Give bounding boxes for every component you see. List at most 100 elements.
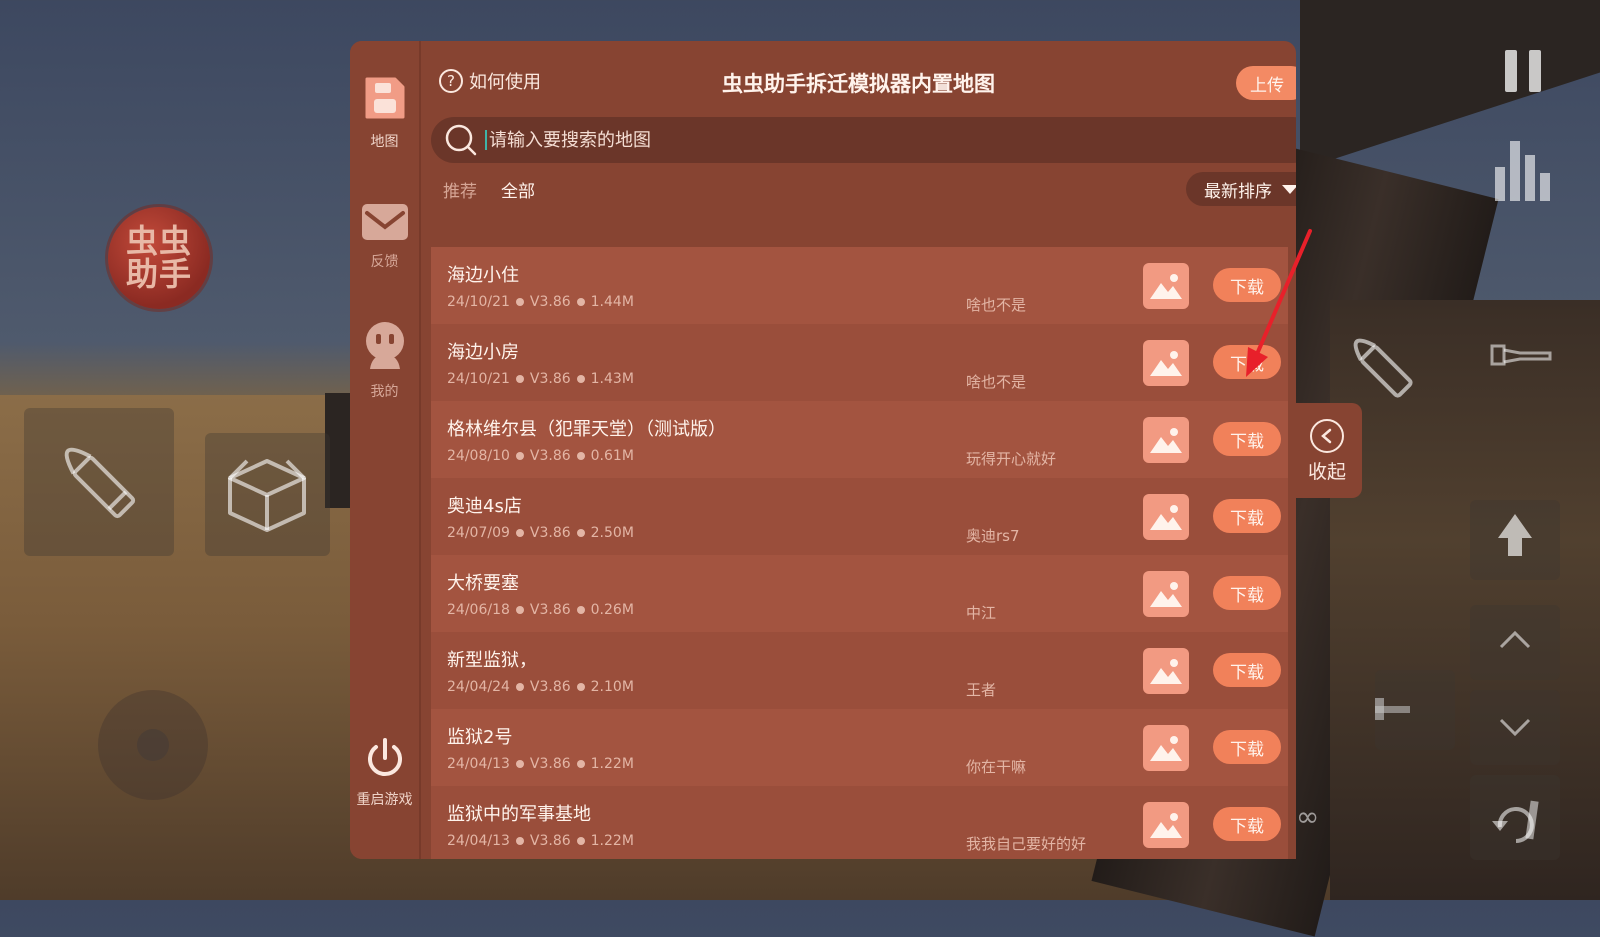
- map-name: 海边小住: [447, 265, 519, 286]
- chongchong-logo[interactable]: 虫虫助手: [108, 207, 210, 309]
- download-button[interactable]: 下载: [1213, 807, 1281, 841]
- map-size: 1.43M: [590, 371, 634, 387]
- map-date: 24/08/10: [447, 448, 510, 464]
- map-row[interactable]: 监狱2号 24/04/13 V3.86 1.22M 你在干嘛 下载: [431, 709, 1288, 786]
- map-author: 奥迪rs7: [966, 527, 1020, 545]
- image-preview-icon[interactable]: [1143, 725, 1189, 771]
- download-button[interactable]: 下载: [1213, 730, 1281, 764]
- joystick-knob[interactable]: [137, 729, 169, 761]
- map-date: 24/04/24: [447, 679, 510, 695]
- search-bar[interactable]: [431, 117, 1296, 163]
- download-button[interactable]: 下载: [1213, 499, 1281, 533]
- ammo-bullet-icon[interactable]: [1335, 320, 1425, 414]
- image-preview-icon[interactable]: [1143, 417, 1189, 463]
- bullet-icon: [64, 447, 136, 519]
- chevron-up-icon: [1499, 630, 1531, 649]
- map-size: 0.61M: [590, 448, 634, 464]
- map-row[interactable]: 大桥要塞 24/06/18 V3.86 0.26M 中江 下载: [431, 555, 1288, 632]
- map-size: 0.26M: [590, 602, 634, 618]
- pause-icon[interactable]: [1505, 50, 1541, 96]
- jump-button[interactable]: [1470, 500, 1560, 580]
- separator-dot: [576, 452, 585, 460]
- download-button[interactable]: 下载: [1213, 422, 1281, 456]
- separator-dot: [576, 837, 585, 845]
- map-row[interactable]: 新型监狱， 24/04/24 V3.86 2.10M 王者 下载: [431, 632, 1288, 709]
- separator-dot: [515, 760, 524, 768]
- hammer-slot[interactable]: [1295, 670, 1455, 750]
- map-name: 监狱2号: [447, 727, 513, 748]
- map-row[interactable]: 奥迪4s店 24/07/09 V3.86 2.50M 奥迪rs7 下载: [431, 478, 1288, 555]
- map-meta: 24/07/09 V3.86 2.50M: [447, 525, 634, 541]
- search-input[interactable]: [489, 129, 1189, 151]
- map-row[interactable]: 格林维尔县（犯罪天堂）（测试版） 24/08/10 V3.86 0.61M 玩得…: [431, 401, 1288, 478]
- map-version: V3.86: [529, 679, 571, 695]
- sidebar-item-me[interactable]: 我的: [350, 321, 419, 401]
- separator-dot: [515, 606, 524, 614]
- sidebar: 地图 反馈 我的 重启游戏: [350, 41, 421, 859]
- map-meta: 24/04/24 V3.86 2.10M: [447, 679, 634, 695]
- separator-dot: [515, 375, 524, 383]
- separator-dot: [576, 529, 585, 537]
- map-size: 1.22M: [590, 833, 634, 849]
- collapse-button[interactable]: 收起: [1292, 403, 1362, 498]
- flashlight-icon[interactable]: [1490, 340, 1554, 374]
- weapon-slot-bullet[interactable]: [24, 408, 174, 556]
- map-meta: 24/10/21 V3.86 1.44M: [447, 294, 634, 310]
- tab-all[interactable]: 全部: [501, 177, 535, 202]
- search-icon: [445, 124, 477, 156]
- download-button[interactable]: 下载: [1213, 653, 1281, 687]
- separator-dot: [576, 683, 585, 691]
- map-date: 24/04/13: [447, 833, 510, 849]
- upload-button[interactable]: 上传: [1236, 66, 1296, 100]
- image-preview-icon[interactable]: [1143, 263, 1189, 309]
- sidebar-item-feedback[interactable]: 反馈: [350, 203, 419, 271]
- sidebar-item-map[interactable]: 地图: [350, 75, 419, 151]
- arrow-up-icon: [1498, 514, 1532, 556]
- map-row[interactable]: 海边小房 24/10/21 V3.86 1.43M 啥也不是 下载: [431, 324, 1288, 401]
- sort-dropdown[interactable]: 最新排序: [1186, 172, 1296, 206]
- image-preview-icon[interactable]: [1143, 802, 1189, 848]
- map-name: 奥迪4s店: [447, 496, 522, 517]
- separator-dot: [576, 298, 585, 306]
- map-name: 大桥要塞: [447, 573, 519, 594]
- download-button[interactable]: 下载: [1213, 576, 1281, 610]
- rotate-icon: [1492, 800, 1539, 843]
- map-row[interactable]: 海边小住 24/10/21 V3.86 1.44M 啥也不是 下载: [431, 247, 1288, 324]
- image-preview-icon[interactable]: [1143, 340, 1189, 386]
- map-version: V3.86: [529, 602, 571, 618]
- map-date: 24/10/21: [447, 371, 510, 387]
- rotate-button[interactable]: [1470, 775, 1560, 860]
- map-row[interactable]: 监狱中的军事基地 24/04/13 V3.86 1.22M 我我自己要好的好 下…: [431, 786, 1288, 859]
- map-author: 你在干嘛: [966, 758, 1027, 776]
- image-preview-icon[interactable]: [1143, 494, 1189, 540]
- image-preview-icon[interactable]: [1143, 571, 1189, 617]
- map-list: 海边小住 24/10/21 V3.86 1.44M 啥也不是 下载 海边小房 2…: [431, 247, 1288, 859]
- power-icon: [367, 738, 402, 776]
- map-version: V3.86: [529, 525, 571, 541]
- separator-dot: [515, 837, 524, 845]
- map-size: 1.44M: [590, 294, 634, 310]
- separator-dot: [576, 375, 585, 383]
- game-beam: [1300, 0, 1600, 170]
- map-name: 格林维尔县（犯罪天堂）（测试版）: [447, 419, 726, 440]
- chevron-left-icon: [1310, 419, 1344, 453]
- image-preview-icon[interactable]: [1143, 648, 1189, 694]
- sidebar-item-label: 重启游戏: [356, 792, 413, 808]
- map-name: 新型监狱，: [447, 650, 537, 671]
- separator-dot: [515, 298, 524, 306]
- stats-icon[interactable]: [1495, 135, 1551, 205]
- map-author: 我我自己要好的好: [966, 835, 1087, 853]
- map-date: 24/07/09: [447, 525, 510, 541]
- joystick[interactable]: [98, 690, 208, 800]
- down-button[interactable]: [1470, 690, 1560, 765]
- map-meta: 24/06/18 V3.86 0.26M: [447, 602, 634, 618]
- sidebar-item-restart[interactable]: 重启游戏: [350, 737, 419, 809]
- inventory-slot[interactable]: [205, 433, 330, 556]
- tab-recommended[interactable]: 推荐: [443, 177, 477, 202]
- face-icon: [365, 322, 404, 369]
- map-version: V3.86: [529, 294, 571, 310]
- map-date: 24/10/21: [447, 294, 510, 310]
- up-button[interactable]: [1470, 605, 1560, 680]
- separator-dot: [515, 529, 524, 537]
- sort-label: 最新排序: [1204, 181, 1272, 202]
